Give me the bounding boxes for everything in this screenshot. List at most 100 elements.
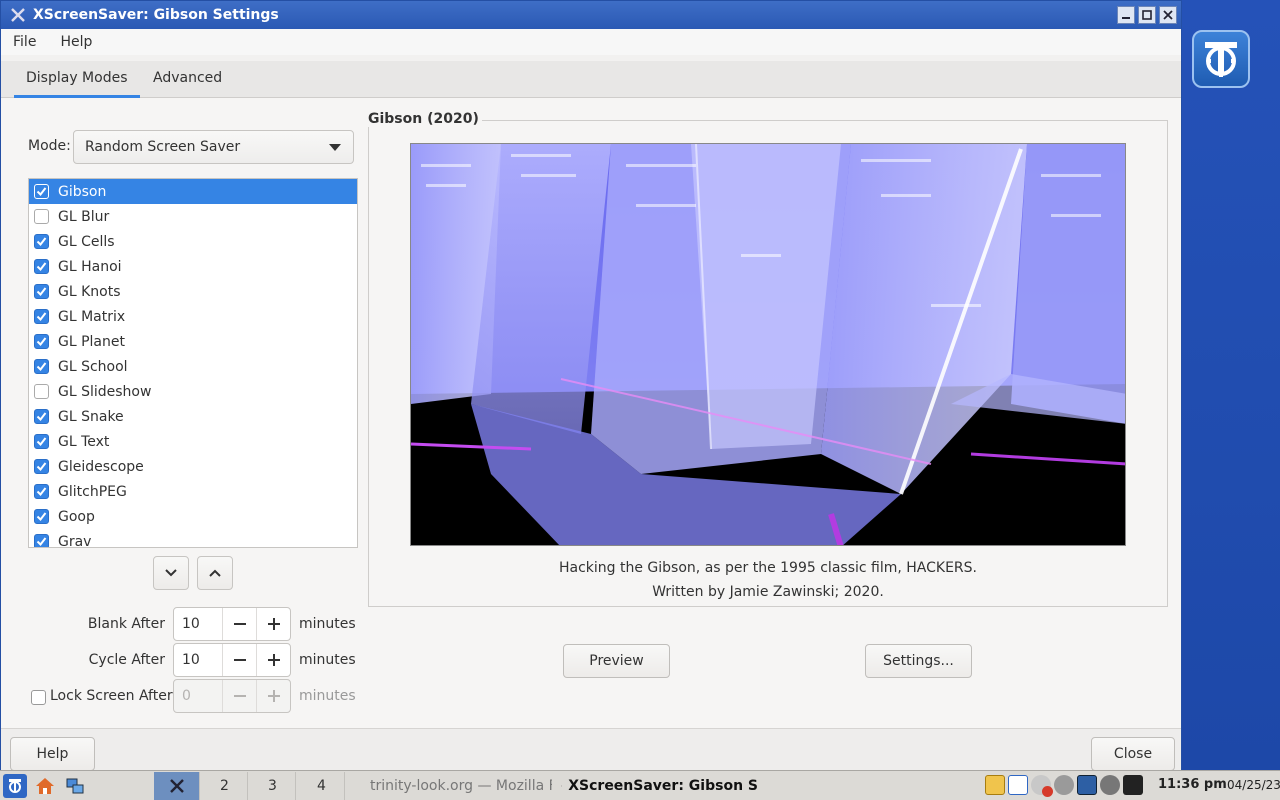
tab-advanced[interactable]: Advanced [141, 61, 234, 98]
enable-checkbox[interactable] [34, 184, 49, 199]
enable-checkbox[interactable] [34, 434, 49, 449]
menu-file[interactable]: File [1, 34, 48, 50]
enable-checkbox[interactable] [34, 284, 49, 299]
task-firefox-label: trinity-look.org — Mozilla F [370, 778, 552, 794]
list-item[interactable]: Grav [29, 529, 357, 547]
blank-after-spinner[interactable]: 10 [173, 607, 291, 641]
enable-checkbox[interactable] [34, 234, 49, 249]
lock-screen-checkbox[interactable] [31, 690, 46, 705]
list-item[interactable]: GL Text [29, 429, 357, 454]
lock-screen-label: Lock Screen After [50, 688, 173, 704]
settings-button[interactable]: Settings... [865, 644, 972, 678]
desktop-1-button[interactable] [154, 772, 200, 800]
task-firefox[interactable]: trinity-look.org — Mozilla F [356, 773, 552, 799]
lock-after-unit: minutes [299, 688, 356, 704]
dropdown-arrow-icon [329, 144, 341, 151]
list-item[interactable]: Goop [29, 504, 357, 529]
list-item-label: GL Planet [58, 333, 125, 350]
enable-checkbox[interactable] [34, 534, 49, 547]
blank-after-label: Blank After [87, 616, 165, 632]
enable-checkbox[interactable] [34, 409, 49, 424]
cycle-after-value[interactable]: 10 [174, 644, 222, 676]
blank-after-value[interactable]: 10 [174, 608, 222, 640]
window-title: XScreenSaver: Gibson Settings [33, 7, 279, 23]
cycle-after-decrement[interactable] [222, 644, 256, 676]
close-button[interactable]: Close [1091, 737, 1175, 771]
enable-checkbox[interactable] [34, 359, 49, 374]
list-item[interactable]: GL Knots [29, 279, 357, 304]
clock[interactable]: 11:36 pm [1158, 777, 1227, 792]
enable-checkbox[interactable] [34, 509, 49, 524]
blank-after-increment[interactable] [256, 608, 290, 640]
calendar-icon[interactable] [1008, 775, 1028, 795]
list-item[interactable]: GL Slideshow [29, 379, 357, 404]
preview-button[interactable]: Preview [563, 644, 670, 678]
list-item-label: GL Knots [58, 283, 121, 300]
move-up-button[interactable] [197, 556, 233, 590]
menu-help[interactable]: Help [48, 34, 104, 50]
tab-bar: Display Modes Advanced [1, 61, 1181, 98]
blank-after-decrement[interactable] [222, 608, 256, 640]
start-menu-icon[interactable] [3, 774, 27, 798]
task-xscreensaver[interactable]: XScreenSaver: Gibson S [553, 773, 758, 799]
enable-checkbox[interactable] [34, 484, 49, 499]
mode-dropdown[interactable]: Random Screen Saver [73, 130, 354, 164]
maximize-button[interactable] [1138, 6, 1156, 24]
list-item[interactable]: GL Planet [29, 329, 357, 354]
trinity-logo-icon[interactable] [1192, 30, 1250, 88]
klipper-icon[interactable] [985, 775, 1005, 795]
list-item[interactable]: GL Cells [29, 229, 357, 254]
desktop-2-button[interactable]: 2 [202, 772, 248, 800]
close-window-button[interactable] [1159, 6, 1177, 24]
tab-display-modes[interactable]: Display Modes [14, 61, 140, 98]
desktop-3-button[interactable]: 3 [250, 772, 296, 800]
enable-checkbox[interactable] [34, 384, 49, 399]
preview-description-line2: Written by Jamie Zawinski; 2020. [652, 584, 884, 600]
update-icon[interactable] [1054, 775, 1074, 795]
cycle-after-spinner[interactable]: 10 [173, 643, 291, 677]
home-icon[interactable] [33, 774, 57, 798]
power-icon[interactable] [1100, 775, 1120, 795]
display-icon[interactable] [1077, 775, 1097, 795]
enable-checkbox[interactable] [34, 334, 49, 349]
list-item-label: GL Slideshow [58, 383, 152, 400]
enable-checkbox[interactable] [34, 459, 49, 474]
enable-checkbox[interactable] [34, 309, 49, 324]
list-item-label: GL Matrix [58, 308, 126, 325]
mode-label: Mode: [28, 138, 71, 154]
move-down-button[interactable] [153, 556, 189, 590]
desktop-4-button[interactable]: 4 [299, 772, 345, 800]
minimize-button[interactable] [1117, 6, 1135, 24]
lock-after-spinner: 0 [173, 679, 291, 713]
xscreensaver-icon[interactable] [7, 4, 29, 26]
preview-title: Gibson (2020) [368, 111, 482, 127]
plus-icon [267, 690, 280, 702]
list-item[interactable]: Gleidescope [29, 454, 357, 479]
mode-value: Random Screen Saver [85, 139, 241, 155]
list-item[interactable]: GL Snake [29, 404, 357, 429]
lock-after-decrement [222, 680, 256, 712]
title-bar[interactable]: XScreenSaver: Gibson Settings [1, 1, 1181, 29]
enable-checkbox[interactable] [34, 209, 49, 224]
enable-checkbox[interactable] [34, 259, 49, 274]
list-item[interactable]: GlitchPEG [29, 479, 357, 504]
keyboard-icon[interactable] [1123, 775, 1143, 795]
list-item[interactable]: Gibson [29, 179, 357, 204]
taskbar: 2 3 4 trinity-look.org — Mozilla F XScre… [0, 770, 1280, 800]
gibson-preview-image [411, 144, 1125, 545]
list-item-label: GL Cells [58, 233, 115, 250]
screensaver-list[interactable]: Gibson GL Blur GL Cells GL Hanoi GL Knots GL … [28, 178, 358, 548]
volume-muted-icon[interactable] [1031, 775, 1053, 797]
help-button[interactable]: Help [10, 737, 95, 771]
list-item[interactable]: GL Hanoi [29, 254, 357, 279]
chevron-up-icon [209, 569, 221, 577]
chevron-down-icon [165, 569, 177, 577]
date[interactable]: 04/25/23 [1227, 778, 1280, 792]
list-item[interactable]: GL School [29, 354, 357, 379]
list-item[interactable]: GL Blur [29, 204, 357, 229]
network-icon[interactable] [63, 774, 87, 798]
list-item[interactable]: GL Matrix [29, 304, 357, 329]
cycle-after-increment[interactable] [256, 644, 290, 676]
menu-bar: File Help [1, 29, 1181, 55]
list-item-label: Gleidescope [58, 458, 144, 475]
